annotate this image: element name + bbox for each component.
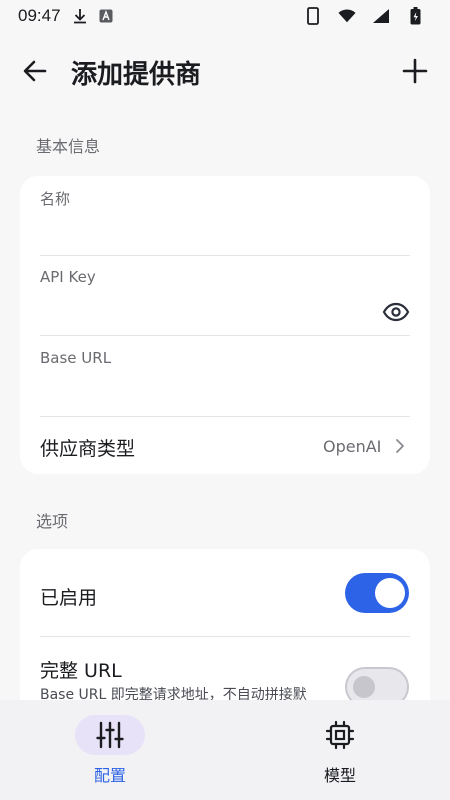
page-title: 添加提供商 <box>71 60 202 90</box>
name-field[interactable]: 名称 <box>40 188 410 256</box>
api-key-label: API Key <box>40 268 96 286</box>
battery-icon <box>406 7 424 25</box>
nav-label-config: 配置 <box>93 766 126 785</box>
section-basic-info: 基本信息 <box>36 137 101 156</box>
base-url-input[interactable] <box>40 385 410 413</box>
divider <box>40 335 410 336</box>
nav-item-config[interactable]: 配置 <box>50 712 170 792</box>
phone-icon <box>304 7 322 25</box>
base-url-label: Base URL <box>40 349 112 367</box>
app-bar: 添加提供商 <box>0 40 450 104</box>
divider <box>40 636 410 637</box>
options-card: 已启用 完整 URL Base URL 即完整请求地址，不自动拼接默 <box>20 549 430 719</box>
base-url-field[interactable]: Base URL <box>40 349 410 417</box>
sliders-icon <box>95 720 125 750</box>
wifi-icon <box>338 7 356 25</box>
divider <box>40 255 410 256</box>
back-button[interactable] <box>20 56 50 86</box>
enabled-toggle[interactable] <box>345 573 409 613</box>
provider-type-row[interactable]: 供应商类型 OpenAI <box>20 417 430 474</box>
nav-label-models: 模型 <box>323 766 356 785</box>
section-options: 选项 <box>36 512 69 531</box>
nav-item-models[interactable]: 模型 <box>280 712 400 792</box>
a-badge-icon <box>97 7 115 25</box>
api-key-input[interactable] <box>40 304 370 332</box>
download-icon <box>71 7 89 25</box>
toggle-knob <box>353 676 375 698</box>
provider-type-label: 供应商类型 <box>40 438 136 460</box>
add-button[interactable] <box>400 56 430 86</box>
bottom-navigation: 配置 模型 <box>0 700 450 800</box>
basic-info-card: 名称 API Key Base URL 供应商类型 OpenAI <box>20 176 430 474</box>
status-bar: 09:47 <box>0 0 450 32</box>
signal-icon <box>372 7 390 25</box>
full-url-label: 完整 URL <box>40 660 122 682</box>
status-time: 09:47 <box>18 6 61 25</box>
enabled-label: 已启用 <box>40 587 98 609</box>
name-label: 名称 <box>40 190 71 208</box>
provider-type-value: OpenAI <box>323 437 382 456</box>
arrow-left-icon <box>23 60 47 82</box>
api-key-field[interactable]: API Key <box>40 268 410 336</box>
name-input[interactable] <box>40 224 410 252</box>
toggle-knob <box>375 578 405 608</box>
chip-icon <box>325 720 355 750</box>
chevron-right-icon <box>392 437 408 455</box>
eye-icon[interactable] <box>382 298 410 326</box>
plus-icon <box>402 58 428 84</box>
